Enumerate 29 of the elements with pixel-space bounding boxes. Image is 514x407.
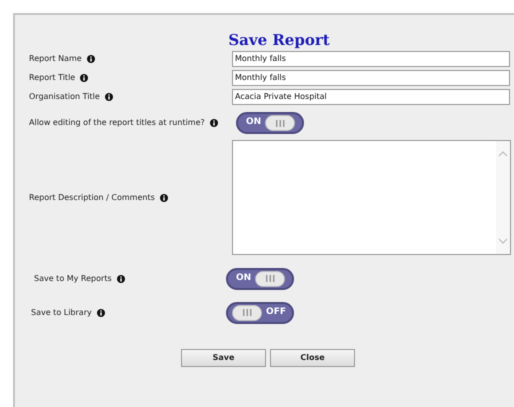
info-icon	[116, 274, 125, 282]
dialog-title: Save Report	[228, 30, 330, 50]
text-area[interactable]	[232, 140, 511, 255]
info-icon	[210, 119, 218, 127]
text-field[interactable]: Monthly falls	[232, 51, 510, 67]
field-label: Allow editing of the report titles at runtime?	[29, 117, 205, 129]
text-field[interactable]: Acacia Private Hospital	[232, 89, 510, 105]
field-label: Report Title	[29, 72, 76, 84]
grip-icon	[242, 309, 252, 316]
grip-icon	[266, 275, 275, 282]
field-label: Save to Library	[31, 306, 92, 318]
scroll-down-icon[interactable]	[498, 238, 508, 244]
field-label: Report Name	[29, 53, 82, 65]
toggle-switch[interactable]: ON	[226, 268, 294, 290]
info-icon	[104, 93, 113, 101]
dialog-button[interactable]: Save	[181, 349, 266, 367]
info-icon	[86, 55, 95, 63]
info-icon	[80, 74, 88, 82]
scroll-up-icon[interactable]	[498, 151, 508, 157]
dialog-button[interactable]: Close	[270, 349, 355, 367]
field-label: Report Description / Comments	[29, 192, 155, 204]
toggle-switch[interactable]: ON	[236, 112, 304, 134]
field-label: Save to My Reports	[34, 272, 112, 284]
info-icon	[96, 308, 105, 316]
toggle-switch[interactable]: OFF	[226, 302, 294, 324]
info-icon	[160, 194, 168, 202]
text-field[interactable]: Monthly falls	[232, 70, 510, 86]
grip-icon	[276, 120, 285, 126]
field-label: Organisation Title	[29, 91, 100, 103]
